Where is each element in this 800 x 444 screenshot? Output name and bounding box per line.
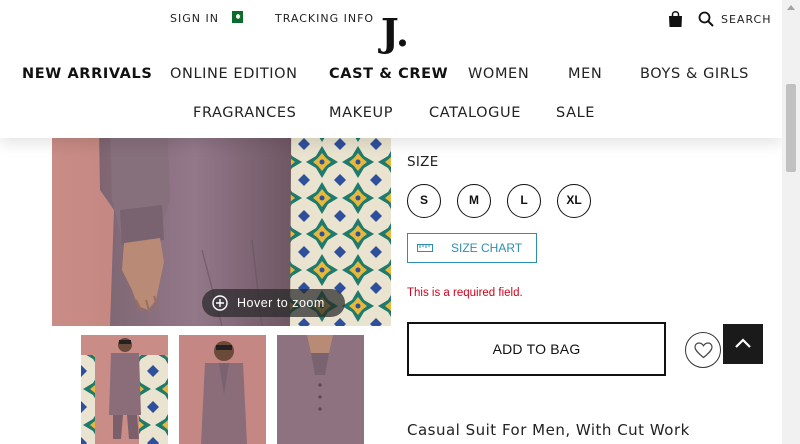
nav-cast-and-crew[interactable]: CAST & CREW [329, 65, 448, 83]
zoom-plus-icon [212, 295, 228, 311]
size-option-xl[interactable]: XL [557, 184, 591, 218]
scroll-up-arrow-icon[interactable] [787, 5, 795, 10]
wishlist-button[interactable] [685, 332, 721, 368]
scrollbar-thumb[interactable] [786, 84, 796, 172]
nav-makeup[interactable]: MAKEUP [329, 104, 393, 122]
nav-online-edition[interactable]: ONLINE EDITION [170, 65, 298, 83]
size-label: SIZE [407, 154, 439, 170]
nav-women[interactable]: WOMEN [468, 65, 529, 83]
zoom-hint-text: Hover to zoom [237, 296, 325, 310]
shopping-bag-icon[interactable] [668, 11, 683, 28]
brand-logo[interactable]: J. [380, 10, 410, 58]
chevron-up-icon [735, 338, 751, 348]
search-icon[interactable] [698, 11, 714, 27]
thumbnail-3[interactable] [277, 335, 364, 444]
thumbnail-image [81, 335, 168, 444]
size-option-l[interactable]: L [507, 184, 541, 218]
size-option-s[interactable]: S [407, 184, 441, 218]
nav-fragrances[interactable]: FRAGRANCES [193, 104, 296, 122]
ruler-icon [417, 244, 433, 252]
thumbnail-image [277, 335, 364, 444]
required-field-error: This is a required field. [407, 287, 523, 299]
pakistan-flag-icon[interactable] [228, 11, 243, 23]
nav-new-arrivals[interactable]: NEW ARRIVALS [22, 65, 152, 83]
thumbnail-1[interactable] [81, 335, 168, 444]
size-option-m[interactable]: M [457, 184, 491, 218]
heart-icon [694, 342, 713, 359]
page-scrollbar[interactable] [782, 0, 800, 444]
search-link[interactable]: SEARCH [721, 13, 772, 27]
nav-catalogue[interactable]: CATALOGUE [429, 104, 521, 122]
thumbnail-2[interactable] [179, 335, 266, 444]
thumbnail-image [179, 335, 266, 444]
sign-in-link[interactable]: SIGN IN [170, 12, 219, 26]
add-to-bag-button[interactable]: ADD TO BAG [407, 322, 666, 376]
size-chart-label: SIZE CHART [451, 241, 523, 255]
size-chart-button[interactable]: SIZE CHART [407, 233, 537, 263]
back-to-top-button[interactable] [723, 324, 763, 364]
nav-men[interactable]: MEN [568, 65, 602, 83]
product-title: Casual Suit For Men, With Cut Work [407, 421, 690, 439]
site-header: SIGN IN TRACKING INFO J. SEARCH NEW ARRI… [0, 0, 782, 138]
tracking-info-link[interactable]: TRACKING INFO [275, 12, 374, 26]
hover-to-zoom-hint: Hover to zoom [202, 289, 345, 317]
nav-sale[interactable]: SALE [556, 104, 595, 122]
nav-boys-and-girls[interactable]: BOYS & GIRLS [640, 65, 749, 83]
